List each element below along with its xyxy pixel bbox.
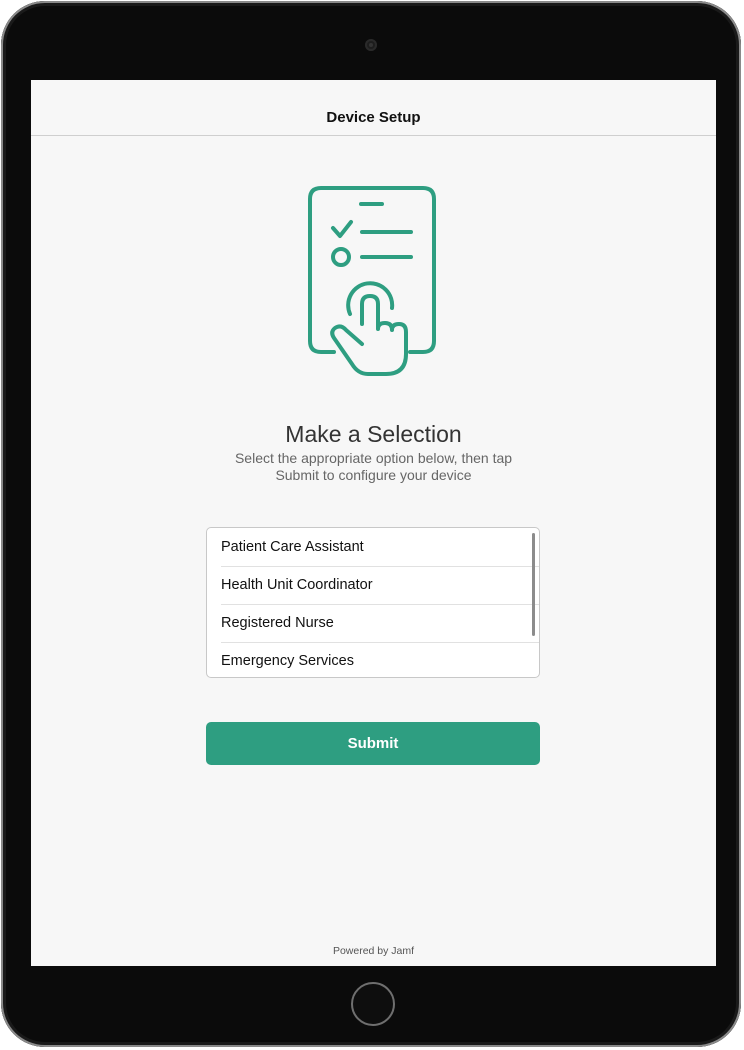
option-patient-care-assistant[interactable]: Patient Care Assistant xyxy=(207,528,539,566)
nav-title: Device Setup xyxy=(326,109,421,126)
ipad-device-frame: Device Setup Make a Selection Select the… xyxy=(1,1,741,1047)
tap-ripple-icon xyxy=(346,281,395,316)
checkmark-icon xyxy=(331,220,353,238)
home-button-icon[interactable] xyxy=(351,982,395,1026)
instruction-text: Select the appropriate option below, the… xyxy=(191,450,556,484)
page-headline: Make a Selection xyxy=(285,421,462,447)
option-emergency-services[interactable]: Emergency Services xyxy=(207,642,539,677)
instruction-line-1: Select the appropriate option below, the… xyxy=(234,450,513,466)
list-scrollbar[interactable] xyxy=(532,533,535,636)
powered-by-footer: Powered by Jamf xyxy=(332,945,415,957)
pointing-hand-icon xyxy=(330,294,408,376)
option-registered-nurse[interactable]: Registered Nurse xyxy=(207,604,539,642)
front-camera-icon xyxy=(365,39,377,51)
instruction-line-2: Submit to configure your device xyxy=(275,467,472,483)
app-screen: Device Setup Make a Selection Select the… xyxy=(31,80,716,966)
submit-button[interactable]: Submit xyxy=(206,722,540,765)
checklist-tap-icon xyxy=(308,186,436,376)
radio-circle-icon xyxy=(331,247,351,267)
option-health-unit-coordinator[interactable]: Health Unit Coordinator xyxy=(207,566,539,604)
clipboard-outline-icon xyxy=(308,186,436,354)
navigation-bar: Device Setup xyxy=(31,80,716,136)
role-option-list[interactable]: Patient Care Assistant Health Unit Coord… xyxy=(206,527,540,678)
